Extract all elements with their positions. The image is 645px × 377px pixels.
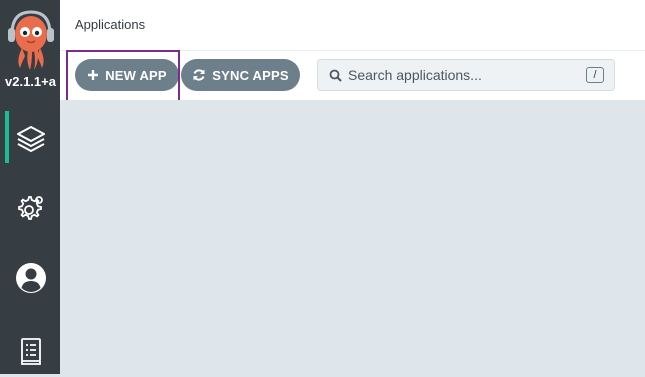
toolbar: NEW APP SYNC APPS /	[60, 50, 645, 101]
top-bar: Applications	[60, 0, 645, 50]
new-app-label: NEW APP	[105, 67, 167, 83]
plus-icon	[88, 70, 99, 80]
argo-logo[interactable]	[6, 10, 56, 72]
search-input[interactable]	[348, 60, 578, 90]
app-version: v2.1.1+a	[5, 74, 56, 89]
search-icon	[329, 69, 342, 82]
search-box[interactable]: /	[317, 59, 615, 91]
sync-icon	[193, 69, 205, 81]
layers-icon	[17, 126, 45, 152]
sidebar-item-user-info[interactable]	[0, 250, 60, 304]
sidebar-item-applications[interactable]	[0, 111, 60, 165]
new-app-button[interactable]: NEW APP	[75, 59, 179, 91]
book-icon	[21, 338, 41, 365]
sync-apps-label: SYNC APPS	[212, 67, 289, 83]
page-title: Applications	[75, 17, 146, 32]
sync-apps-button[interactable]: SYNC APPS	[181, 59, 300, 91]
user-icon	[16, 263, 46, 293]
applications-content	[60, 100, 645, 374]
search-shortcut-key: /	[586, 67, 604, 83]
sidebar-item-settings[interactable]	[0, 181, 60, 235]
sidebar: v2.1.1+a	[0, 0, 60, 374]
gear-icon	[18, 196, 43, 220]
sidebar-item-documentation[interactable]	[0, 323, 60, 377]
